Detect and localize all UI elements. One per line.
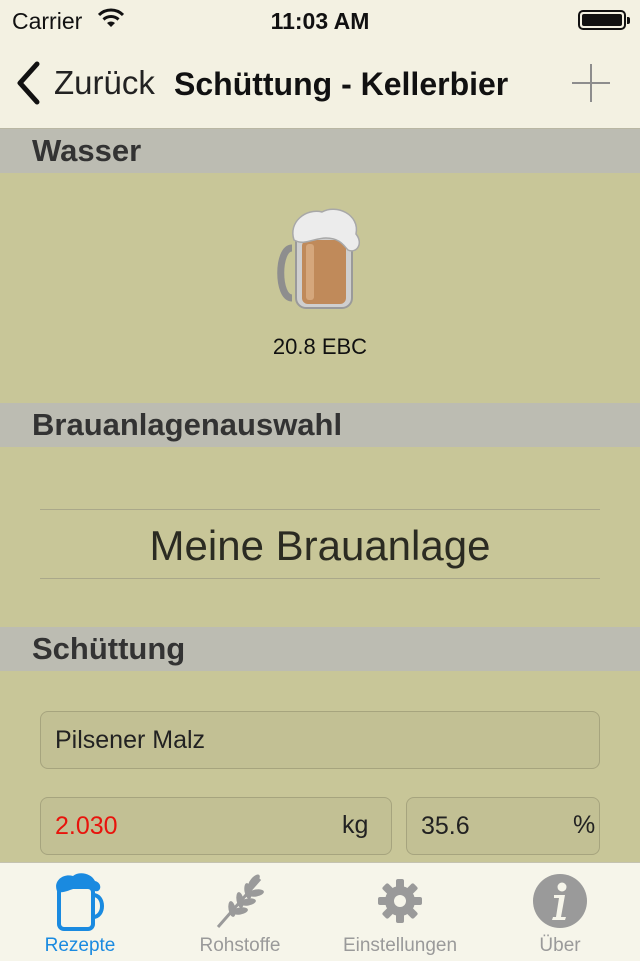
amount-unit-label: kg	[342, 811, 369, 839]
malt-name-field[interactable]: Pilsener Malz	[40, 711, 600, 769]
navigation-bar: Zurück Schüttung - Kellerbier	[0, 40, 640, 129]
section-header-grist: Schüttung	[0, 627, 640, 671]
status-bar: Carrier 11:03 AM	[0, 0, 640, 40]
tab-einstellungen-label: Einstellungen	[342, 935, 458, 956]
brewery-picker[interactable]: Meine Brauanlage	[0, 522, 640, 570]
gear-icon	[378, 879, 422, 923]
section-header-brewery: Brauanlagenauswahl	[0, 403, 640, 447]
tab-bar: Rezepte Rohstoffe Einstellungen Über	[0, 862, 640, 961]
tab-rezepte[interactable]: Rezepte	[0, 863, 160, 961]
back-button[interactable]: Zurück	[14, 60, 155, 106]
battery-icon	[578, 10, 630, 30]
section-header-water: Wasser	[0, 129, 640, 173]
picker-bottom-line	[40, 578, 600, 579]
tab-rohstoffe[interactable]: Rohstoffe	[160, 863, 320, 961]
tab-einstellungen[interactable]: Einstellungen	[320, 863, 480, 961]
picker-top-line	[40, 509, 600, 510]
tab-rezepte-label: Rezepte	[44, 935, 116, 956]
percent-unit-label: %	[573, 811, 596, 839]
wheat-icon	[216, 874, 264, 928]
clock: 11:03 AM	[270, 8, 370, 34]
amount-field[interactable]: 2.030	[40, 797, 392, 855]
ebc-color-label: 20.8 EBC	[272, 334, 368, 359]
tab-ueber[interactable]: Über	[480, 863, 640, 961]
info-icon	[533, 874, 587, 928]
tab-rohstoffe-label: Rohstoffe	[199, 935, 281, 956]
back-button-label: Zurück	[54, 64, 155, 101]
amount-value: 2.030	[55, 812, 118, 840]
chevron-left-icon	[17, 61, 40, 105]
tab-ueber-label: Über	[539, 935, 581, 956]
page-title: Schüttung - Kellerbier	[174, 66, 509, 102]
add-button[interactable]	[570, 62, 612, 104]
beer-mug-icon	[56, 873, 104, 931]
percent-value: 35.6	[421, 812, 470, 840]
percent-field[interactable]: 35.6	[406, 797, 600, 855]
beer-mug-icon	[277, 208, 360, 309]
